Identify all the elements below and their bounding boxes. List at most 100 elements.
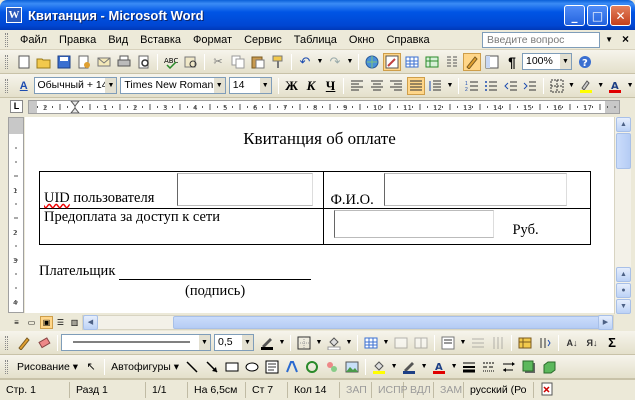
text-box-icon[interactable]: [263, 358, 281, 376]
fill-color-dropdown-icon[interactable]: ▼: [390, 358, 398, 376]
line-spacing-dropdown-icon[interactable]: ▼: [446, 77, 454, 95]
drawing-icon[interactable]: [463, 52, 481, 71]
select-objects-icon[interactable]: ↖: [82, 358, 100, 376]
reading-layout-view-icon[interactable]: ▥: [68, 316, 81, 329]
merge-cells-icon[interactable]: [392, 334, 410, 352]
distribute-rows-icon[interactable]: [469, 334, 487, 352]
spelling-icon[interactable]: ABC: [162, 53, 180, 71]
align-left-icon[interactable]: [348, 77, 366, 95]
font-color-dropdown-icon[interactable]: ▼: [626, 77, 634, 95]
status-overtype[interactable]: ЗАМ: [434, 382, 464, 398]
distribute-columns-icon[interactable]: [489, 334, 507, 352]
border-color-dropdown-icon[interactable]: ▼: [278, 334, 286, 352]
uid-input-field[interactable]: [177, 173, 313, 206]
border-color-icon[interactable]: [258, 334, 276, 352]
font-size-select[interactable]: 14 ▼: [228, 77, 272, 94]
document-map-icon[interactable]: [483, 53, 501, 71]
status-page-count[interactable]: 1/1: [146, 382, 188, 398]
shadow-style-icon[interactable]: [520, 358, 538, 376]
insert-table-menu-icon[interactable]: [362, 334, 380, 352]
style-dropdown-icon[interactable]: ▼: [105, 78, 117, 93]
align-cell-dropdown-icon[interactable]: ▼: [459, 334, 467, 352]
document-close-button[interactable]: ×: [622, 32, 629, 46]
prev-page-icon[interactable]: ▲: [616, 267, 631, 282]
scroll-right-icon[interactable]: ▶: [598, 315, 613, 330]
sort-ascending-icon[interactable]: A↓: [563, 334, 581, 352]
normal-view-icon[interactable]: ≡: [10, 316, 23, 329]
close-button[interactable]: ✕: [610, 5, 631, 26]
menu-table[interactable]: Таблица: [288, 31, 343, 49]
scroll-left-icon[interactable]: ◀: [83, 315, 98, 330]
rectangle-icon[interactable]: [223, 358, 241, 376]
line-style-icon[interactable]: [460, 358, 478, 376]
vertical-scrollbar[interactable]: ▲ ▲ ● ▼: [614, 117, 631, 317]
help-icon[interactable]: ?: [576, 53, 594, 71]
bullets-icon[interactable]: [482, 77, 500, 95]
insert-table-dropdown-icon[interactable]: ▼: [382, 334, 390, 352]
print-preview-icon[interactable]: [135, 53, 153, 71]
autosum-icon[interactable]: Σ: [603, 334, 621, 352]
bold-button[interactable]: Ж: [283, 77, 301, 95]
ask-dropdown-icon[interactable]: ▼: [605, 35, 613, 44]
shading-dropdown-icon[interactable]: ▼: [345, 334, 353, 352]
line-spacing-icon[interactable]: [427, 77, 445, 95]
clip-art-icon[interactable]: [323, 358, 341, 376]
align-center-icon[interactable]: [368, 77, 386, 95]
table-autoformat-icon[interactable]: [516, 334, 534, 352]
line-icon[interactable]: [183, 358, 201, 376]
drawing-menu-button[interactable]: Рисование ▾: [14, 361, 81, 373]
font-dropdown-icon[interactable]: ▼: [213, 78, 225, 93]
prepay-cell[interactable]: Предоплата за доступ к сети: [38, 207, 325, 245]
line-color-dropdown-icon[interactable]: ▼: [420, 358, 428, 376]
eraser-icon[interactable]: [35, 334, 53, 352]
draw-table-icon[interactable]: [15, 334, 33, 352]
increase-indent-icon[interactable]: [521, 77, 539, 95]
autoshapes-menu-button[interactable]: Автофигуры ▾: [108, 361, 182, 373]
vertical-ruler[interactable]: 1 2 3 4: [8, 117, 24, 313]
paste-icon[interactable]: [249, 53, 267, 71]
save-icon[interactable]: [55, 53, 73, 71]
redo-icon[interactable]: ↷: [326, 53, 344, 71]
insert-table-icon[interactable]: [403, 53, 421, 71]
font-size-dropdown-icon[interactable]: ▼: [259, 78, 271, 93]
line-style-select[interactable]: ▼: [61, 334, 211, 351]
undo-dropdown-icon[interactable]: ▼: [316, 53, 324, 71]
toolbar-grip[interactable]: [5, 359, 8, 374]
horizontal-scroll-thumb[interactable]: [173, 316, 603, 329]
menu-view[interactable]: Вид: [102, 31, 134, 49]
horizontal-ruler[interactable]: 121234567891011121314151617: [28, 100, 620, 114]
zoom-dropdown-icon[interactable]: ▼: [560, 54, 571, 69]
align-cell-icon[interactable]: [439, 334, 457, 352]
columns-icon[interactable]: [443, 53, 461, 71]
line-style-dropdown-icon[interactable]: ▼: [199, 335, 210, 350]
italic-button[interactable]: К: [302, 77, 320, 95]
highlight-dropdown-icon[interactable]: ▼: [597, 77, 605, 95]
status-position[interactable]: На 6,5см: [188, 382, 246, 398]
document-page[interactable]: Квитанция об оплате UID пользователя Ф.И…: [25, 117, 614, 313]
underline-button[interactable]: Ч: [322, 77, 340, 95]
fio-cell[interactable]: Ф.И.О.: [323, 171, 591, 209]
hyperlink-icon[interactable]: [363, 53, 381, 71]
sort-descending-icon[interactable]: Я↓: [583, 334, 601, 352]
borders-dropdown-icon[interactable]: ▼: [568, 77, 576, 95]
zoom-select[interactable]: 100% ▼: [522, 53, 572, 70]
tables-borders-icon[interactable]: [383, 52, 401, 71]
show-hide-icon[interactable]: ¶: [503, 53, 521, 71]
copy-icon[interactable]: [229, 53, 247, 71]
outline-view-icon[interactable]: ☰: [54, 316, 67, 329]
menu-window[interactable]: Окно: [343, 31, 381, 49]
wordart-icon[interactable]: [283, 358, 301, 376]
text-direction-icon[interactable]: [536, 334, 554, 352]
justify-icon[interactable]: [406, 76, 425, 95]
next-page-icon[interactable]: ▼: [616, 299, 631, 314]
uid-cell[interactable]: UID пользователя: [38, 171, 325, 209]
borders-icon[interactable]: [548, 77, 566, 95]
permission-icon[interactable]: [75, 53, 93, 71]
browse-object-icon[interactable]: ●: [616, 283, 631, 298]
arrow-style-icon[interactable]: [500, 358, 518, 376]
minimize-button[interactable]: _: [564, 5, 585, 26]
cut-icon[interactable]: ✂: [209, 53, 227, 71]
style-select[interactable]: Обычный + 14 г ▼: [33, 77, 118, 94]
font-color-drawing-dropdown-icon[interactable]: ▼: [450, 358, 458, 376]
maximize-button[interactable]: □: [587, 5, 608, 26]
